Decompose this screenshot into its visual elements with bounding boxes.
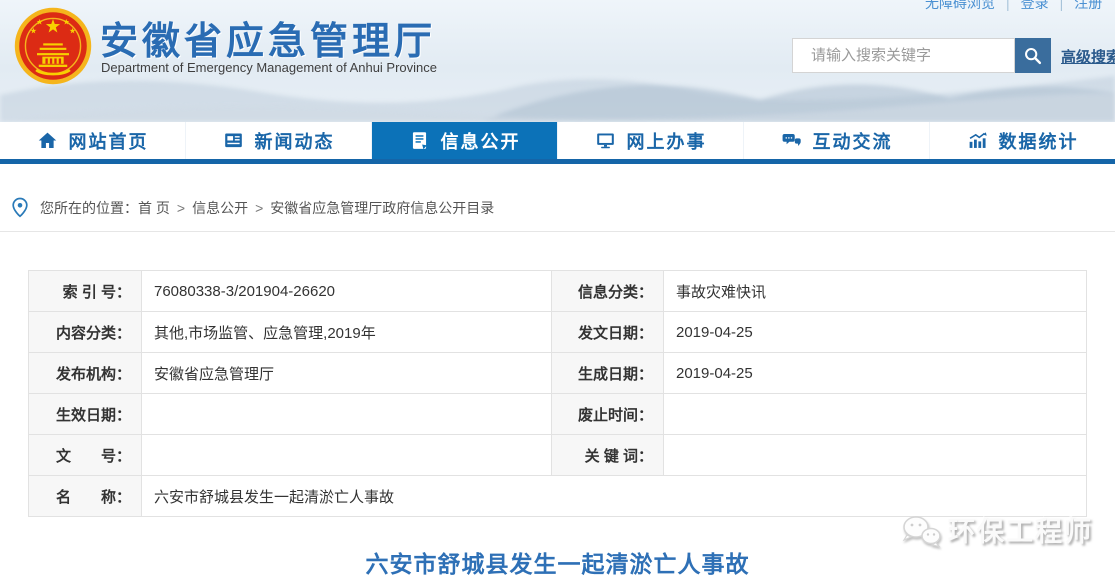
publisher-label: 发布机构： — [29, 353, 142, 394]
breadcrumb: 您所在的位置： 首 页 > 信息公开 > 安徽省应急管理厅政府信息公开目录 — [0, 185, 1115, 232]
page: 安徽省应急管理厅 Department of Emergency Managem… — [0, 0, 1115, 582]
nav-item-label: 网站首页 — [69, 128, 149, 154]
search-icon — [1022, 45, 1044, 67]
index-number-label: 索 引 号： — [29, 271, 142, 312]
national-emblem-logo[interactable] — [12, 6, 94, 86]
generated-date-label: 生成日期： — [552, 353, 664, 394]
nav-item-statistics[interactable]: 数据统计 — [929, 122, 1115, 159]
nav-item-home[interactable]: 网站首页 — [0, 122, 185, 159]
effective-date-label: 生效日期： — [29, 394, 142, 435]
nav-item-info-disclosure[interactable]: 信息公开 — [371, 122, 557, 159]
nav-item-online-services[interactable]: 网上办事 — [557, 122, 743, 159]
document-info-table: 索 引 号： 76080338-3/201904-26620 信息分类： 事故灾… — [28, 270, 1087, 517]
breadcrumb-directory[interactable]: 安徽省应急管理厅政府信息公开目录 — [270, 198, 494, 218]
breadcrumb-separator: > — [255, 200, 263, 216]
link-separator: | — [1060, 0, 1064, 11]
breadcrumb-home[interactable]: 首 页 — [138, 198, 170, 218]
article-title: 六安市舒城县发生一起清淤亡人事故 — [0, 545, 1115, 579]
expiry-date-label: 废止时间： — [552, 394, 664, 435]
doc-number-label: 文 号： — [29, 435, 142, 476]
advanced-search-link[interactable]: 高级搜索 — [1061, 46, 1115, 67]
table-row: 发布机构： 安徽省应急管理厅 生成日期： 2019-04-25 — [29, 353, 1087, 394]
nav-item-interaction[interactable]: 互动交流 — [743, 122, 929, 159]
chat-icon — [781, 130, 802, 151]
register-link[interactable]: 注册 — [1074, 0, 1102, 13]
monitor-icon — [595, 130, 616, 151]
search-button[interactable] — [1015, 38, 1051, 73]
site-title: 安徽省应急管理厅 — [100, 10, 436, 65]
main-nav: 网站首页 新闻动态 信息公开 — [0, 122, 1115, 164]
index-number-value: 76080338-3/201904-26620 — [142, 271, 552, 312]
nav-item-label: 数据统计 — [999, 128, 1079, 154]
nav-item-label: 网上办事 — [627, 128, 707, 154]
watermark: 环保工程师 — [900, 510, 1093, 549]
search-input[interactable] — [792, 38, 1015, 73]
breadcrumb-separator: > — [177, 200, 185, 216]
nav-item-label: 新闻动态 — [255, 128, 335, 154]
site-subtitle: Department of Emergency Management of An… — [101, 60, 437, 75]
login-link[interactable]: 登录 — [1021, 0, 1049, 13]
table-row: 生效日期： 废止时间： — [29, 394, 1087, 435]
home-icon — [37, 130, 58, 151]
effective-date-value — [142, 394, 552, 435]
breadcrumb-prefix: 您所在的位置： — [40, 198, 138, 218]
name-label: 名 称： — [29, 476, 142, 517]
watermark-text: 环保工程师 — [948, 510, 1093, 549]
site-header: 安徽省应急管理厅 Department of Emergency Managem… — [0, 0, 1115, 122]
keywords-label: 关 键 词： — [552, 435, 664, 476]
table-row: 索 引 号： 76080338-3/201904-26620 信息分类： 事故灾… — [29, 271, 1087, 312]
info-category-value: 事故灾难快讯 — [664, 271, 1087, 312]
table-row: 文 号： 关 键 词： — [29, 435, 1087, 476]
keywords-value — [664, 435, 1087, 476]
link-separator: | — [1006, 0, 1010, 11]
stats-icon — [967, 130, 988, 151]
publisher-value: 安徽省应急管理厅 — [142, 353, 552, 394]
accessibility-link[interactable]: 无障碍浏览 — [925, 0, 995, 13]
nav-item-label: 信息公开 — [441, 128, 521, 154]
nav-item-news[interactable]: 新闻动态 — [185, 122, 371, 159]
info-category-label: 信息分类： — [552, 271, 664, 312]
content-category-value: 其他,市场监管、应急管理,2019年 — [142, 312, 552, 353]
expiry-date-value — [664, 394, 1087, 435]
issue-date-value: 2019-04-25 — [664, 312, 1087, 353]
location-pin-icon — [10, 197, 30, 219]
doc-number-value — [142, 435, 552, 476]
table-row: 内容分类： 其他,市场监管、应急管理,2019年 发文日期： 2019-04-2… — [29, 312, 1087, 353]
breadcrumb-info-disclosure[interactable]: 信息公开 — [192, 198, 248, 218]
document-icon — [409, 130, 430, 151]
news-icon — [223, 130, 244, 151]
issue-date-label: 发文日期： — [552, 312, 664, 353]
top-utility-links: 无障碍浏览 | 登录 | 注册 — [925, 0, 1102, 13]
wechat-bubbles-icon — [900, 512, 942, 548]
nav-item-label: 互动交流 — [813, 128, 893, 154]
content-category-label: 内容分类： — [29, 312, 142, 353]
generated-date-value: 2019-04-25 — [664, 353, 1087, 394]
